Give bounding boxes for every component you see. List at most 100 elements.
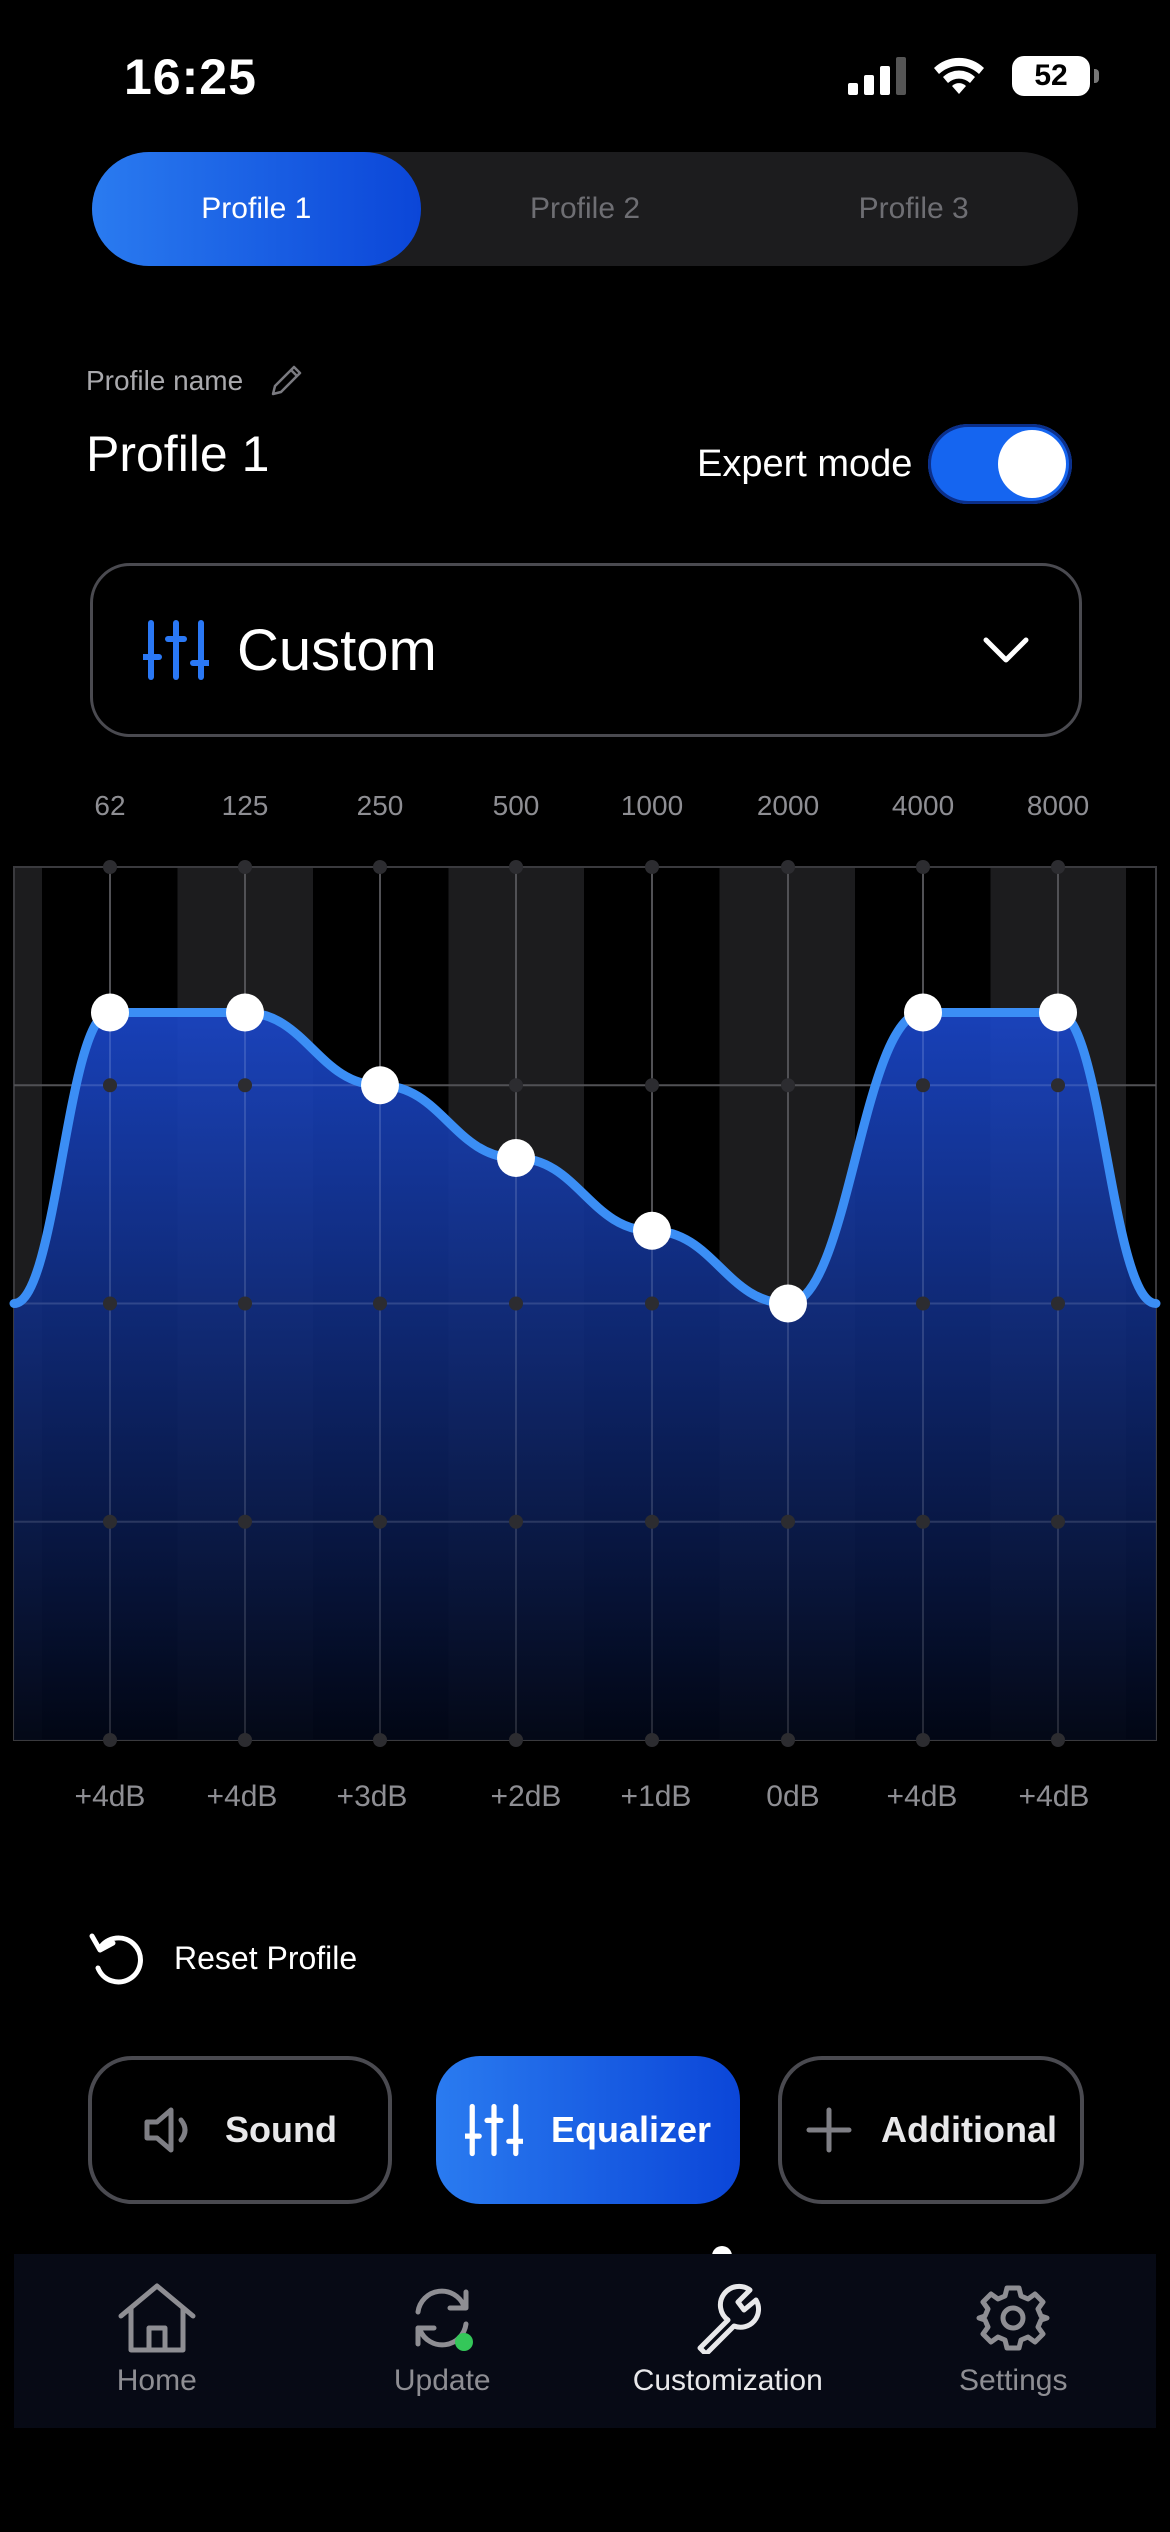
grid-node bbox=[509, 1733, 523, 1747]
plus-icon bbox=[806, 2107, 852, 2153]
grid-node bbox=[509, 1078, 523, 1093]
frequency-label: 62 bbox=[94, 790, 126, 821]
grid-node bbox=[781, 1733, 795, 1747]
nav-settings-label: Settings bbox=[959, 2364, 1068, 2397]
sliders-icon bbox=[464, 2103, 523, 2157]
pencil-icon[interactable] bbox=[267, 362, 305, 400]
frequency-label: 250 bbox=[356, 790, 404, 821]
grid-node bbox=[373, 860, 387, 874]
wifi-icon bbox=[934, 57, 984, 94]
equalizer-button[interactable]: Equalizer bbox=[436, 2056, 740, 2204]
expert-mode: Expert mode bbox=[697, 424, 1073, 504]
grid-node bbox=[645, 1296, 659, 1311]
db-label: +4dB bbox=[74, 1780, 146, 1813]
grid-node bbox=[103, 1296, 117, 1311]
grid-node bbox=[645, 860, 659, 874]
eq-band-handle[interactable] bbox=[361, 1066, 399, 1105]
sliders-icon bbox=[143, 620, 209, 680]
profile-name-label: Profile name bbox=[86, 365, 244, 396]
frequency-label: 500 bbox=[492, 790, 540, 821]
tab-profile-1[interactable]: Profile 1 bbox=[92, 152, 421, 266]
profile-tabs: Profile 1 Profile 2 Profile 3 bbox=[92, 152, 1078, 266]
db-label: +4dB bbox=[886, 1780, 958, 1813]
additional-button[interactable]: Additional bbox=[778, 2056, 1084, 2204]
grid-node bbox=[373, 1514, 387, 1529]
db-label: +4dB bbox=[206, 1780, 278, 1813]
additional-label: Additional bbox=[881, 2109, 1057, 2150]
frequency-label: 4000 bbox=[891, 790, 955, 821]
db-label: +4dB bbox=[1018, 1780, 1090, 1813]
speaker-icon bbox=[144, 2107, 188, 2153]
grid-node bbox=[103, 1514, 117, 1529]
eq-band-handle[interactable] bbox=[497, 1139, 535, 1177]
grid-node bbox=[1051, 1296, 1065, 1311]
grid-node bbox=[238, 1733, 252, 1747]
home-icon bbox=[118, 2283, 196, 2353]
profile-name-label-row: Profile name bbox=[86, 362, 305, 400]
grid-node bbox=[781, 1078, 795, 1093]
grid-node bbox=[238, 1078, 252, 1093]
frequency-label: 2000 bbox=[756, 790, 820, 821]
grid-node bbox=[103, 860, 117, 874]
nav-home[interactable]: Home bbox=[14, 2254, 300, 2428]
reset-profile-button[interactable]: Reset Profile bbox=[86, 1926, 357, 1990]
signal-icon bbox=[848, 57, 906, 95]
eq-band-handle[interactable] bbox=[91, 993, 129, 1032]
frequency-label: 1000 bbox=[620, 790, 684, 821]
expert-mode-toggle[interactable] bbox=[928, 424, 1073, 504]
nav-update-label: Update bbox=[393, 2364, 491, 2397]
tab-profile-3[interactable]: Profile 3 bbox=[749, 152, 1078, 266]
grid-node bbox=[1051, 1078, 1065, 1093]
frequency-label: 8000 bbox=[1026, 790, 1090, 821]
grid-node bbox=[238, 1514, 252, 1529]
grid-node bbox=[645, 1733, 659, 1747]
grid-node bbox=[916, 1078, 930, 1093]
nav-settings[interactable]: Settings bbox=[871, 2254, 1157, 2428]
equalizer-label: Equalizer bbox=[550, 2109, 712, 2150]
equalizer-chart[interactable] bbox=[0, 840, 1170, 1760]
grid-node bbox=[509, 860, 523, 874]
battery-level: 52 bbox=[1034, 59, 1068, 92]
wrench-icon bbox=[697, 2283, 761, 2354]
nav-update[interactable]: Update bbox=[300, 2254, 586, 2428]
grid-node bbox=[238, 860, 252, 874]
eq-band-handle[interactable] bbox=[769, 1284, 807, 1323]
bottom-nav: Home Update Customization Settings bbox=[14, 2254, 1156, 2428]
eq-band-handle[interactable] bbox=[904, 993, 942, 1032]
grid-node bbox=[916, 1733, 930, 1747]
grid-node bbox=[373, 1296, 387, 1311]
nav-customization-label: Customization bbox=[632, 2364, 823, 2397]
nav-customization[interactable]: Customization bbox=[585, 2254, 871, 2428]
grid-node bbox=[103, 1733, 117, 1747]
refresh-icon bbox=[415, 2288, 474, 2351]
chevron-down-icon bbox=[983, 637, 1029, 663]
frequency-labels: 62 125 250 500 1000 2000 4000 8000 bbox=[0, 790, 1170, 830]
tab-profile-2[interactable]: Profile 2 bbox=[421, 152, 750, 266]
grid-node bbox=[238, 1296, 252, 1311]
sound-label: Sound bbox=[225, 2109, 337, 2150]
reset-profile-label: Reset Profile bbox=[174, 1939, 358, 1976]
eq-band-handle[interactable] bbox=[1039, 993, 1077, 1032]
grid-node bbox=[509, 1296, 523, 1311]
grid-node bbox=[916, 1514, 930, 1529]
grid-node bbox=[1051, 1733, 1065, 1747]
profile-name: Profile 1 bbox=[86, 426, 270, 482]
grid-node bbox=[373, 1733, 387, 1747]
nav-home-label: Home bbox=[116, 2364, 197, 2397]
eq-band-handle[interactable] bbox=[226, 993, 264, 1032]
grid-node bbox=[1051, 1514, 1065, 1529]
eq-band-handle[interactable] bbox=[633, 1211, 671, 1250]
preset-label: Custom bbox=[237, 617, 437, 683]
db-label: +3dB bbox=[336, 1780, 408, 1813]
preset-dropdown[interactable]: Custom bbox=[90, 563, 1082, 737]
grid-node bbox=[916, 860, 930, 874]
frequency-label: 125 bbox=[221, 790, 269, 821]
gear-icon bbox=[976, 2285, 1050, 2351]
grid-node bbox=[1051, 860, 1065, 874]
sound-button[interactable]: Sound bbox=[88, 2056, 392, 2204]
reset-icon bbox=[89, 1933, 143, 1985]
status-time: 16:25 bbox=[124, 49, 257, 105]
grid-node bbox=[781, 860, 795, 874]
db-label: +1dB bbox=[620, 1780, 692, 1813]
toggle-knob bbox=[998, 430, 1067, 498]
